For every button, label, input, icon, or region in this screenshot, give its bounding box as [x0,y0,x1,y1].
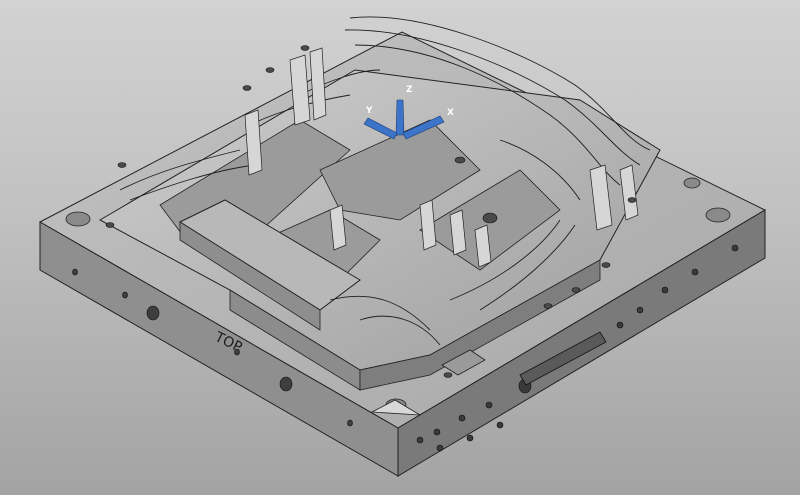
triad-y-label: Y [365,106,373,116]
mold-model[interactable]: TOP Z X Y [0,0,800,495]
triad-z-label: Z [406,85,413,95]
cad-viewport[interactable]: TOP Z X Y [0,0,800,495]
triad-x-label: X [447,108,454,118]
triad-z-arrow [395,99,405,136]
